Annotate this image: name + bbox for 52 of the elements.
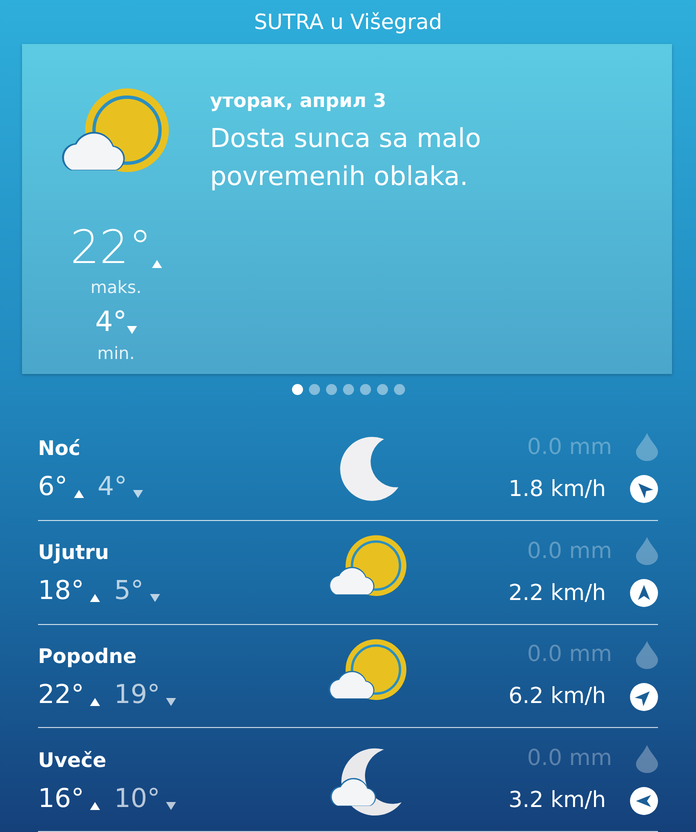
down-triangle-icon xyxy=(126,326,137,334)
high-temperature: 22° xyxy=(38,682,84,708)
down-triangle-icon xyxy=(150,594,160,602)
page-dot[interactable] xyxy=(308,384,320,396)
low-temperature: 10° xyxy=(114,786,160,812)
down-triangle-icon xyxy=(133,490,144,498)
page-dot[interactable] xyxy=(292,384,302,396)
page-title: SUTRA u Višegrad xyxy=(252,8,444,36)
down-triangle-icon xyxy=(166,802,176,810)
up-triangle-icon xyxy=(90,698,100,706)
period-name: Noć xyxy=(38,436,82,460)
up-triangle-icon xyxy=(90,594,100,602)
precipitation: 0.0 mm xyxy=(527,642,612,668)
wind-direction-icon xyxy=(630,682,658,711)
max-temperature: 22° xyxy=(70,224,152,270)
raindrop-icon xyxy=(636,640,658,669)
forecast-date: уторак, април 3 xyxy=(210,90,388,112)
page-dot[interactable] xyxy=(326,384,336,396)
max-label: maks. xyxy=(90,278,142,298)
raindrop-icon xyxy=(636,744,658,773)
forecast-description: Dosta sunca sa malo povremenih oblaka. xyxy=(210,122,482,194)
min-temperature: 4° xyxy=(95,308,127,336)
wind-speed: 2.2 km/h xyxy=(508,580,606,606)
up-triangle-icon xyxy=(74,490,84,498)
raindrop-icon xyxy=(636,537,658,566)
page-dot[interactable] xyxy=(394,384,404,396)
min-label: min. xyxy=(97,344,135,364)
up-triangle-icon xyxy=(152,260,162,268)
down-triangle-icon xyxy=(166,698,176,706)
wind-speed: 1.8 km/h xyxy=(508,476,606,502)
period-name: Uveče xyxy=(38,748,108,772)
period-name: Popodne xyxy=(38,644,138,668)
high-temperature: 16° xyxy=(38,786,84,812)
low-temperature: 5° xyxy=(114,578,144,604)
page-dot[interactable] xyxy=(376,384,388,396)
precipitation: 0.0 mm xyxy=(527,746,612,772)
wind-direction-icon xyxy=(630,786,658,815)
page-dot[interactable] xyxy=(360,384,370,396)
wind-direction-icon xyxy=(630,475,658,504)
wind-direction-icon xyxy=(630,579,658,608)
period-name: Ujutru xyxy=(38,540,110,564)
raindrop-icon xyxy=(636,433,658,462)
page-dot[interactable] xyxy=(342,384,354,396)
wind-speed: 6.2 km/h xyxy=(508,684,606,710)
high-temperature: 18° xyxy=(38,578,84,604)
precipitation: 0.0 mm xyxy=(527,434,612,460)
high-temperature: 6° xyxy=(38,474,68,500)
up-triangle-icon xyxy=(90,802,100,810)
low-temperature: 4° xyxy=(98,474,128,500)
low-temperature: 19° xyxy=(114,682,160,708)
precipitation: 0.0 mm xyxy=(527,538,612,564)
wind-speed: 3.2 km/h xyxy=(508,788,606,814)
